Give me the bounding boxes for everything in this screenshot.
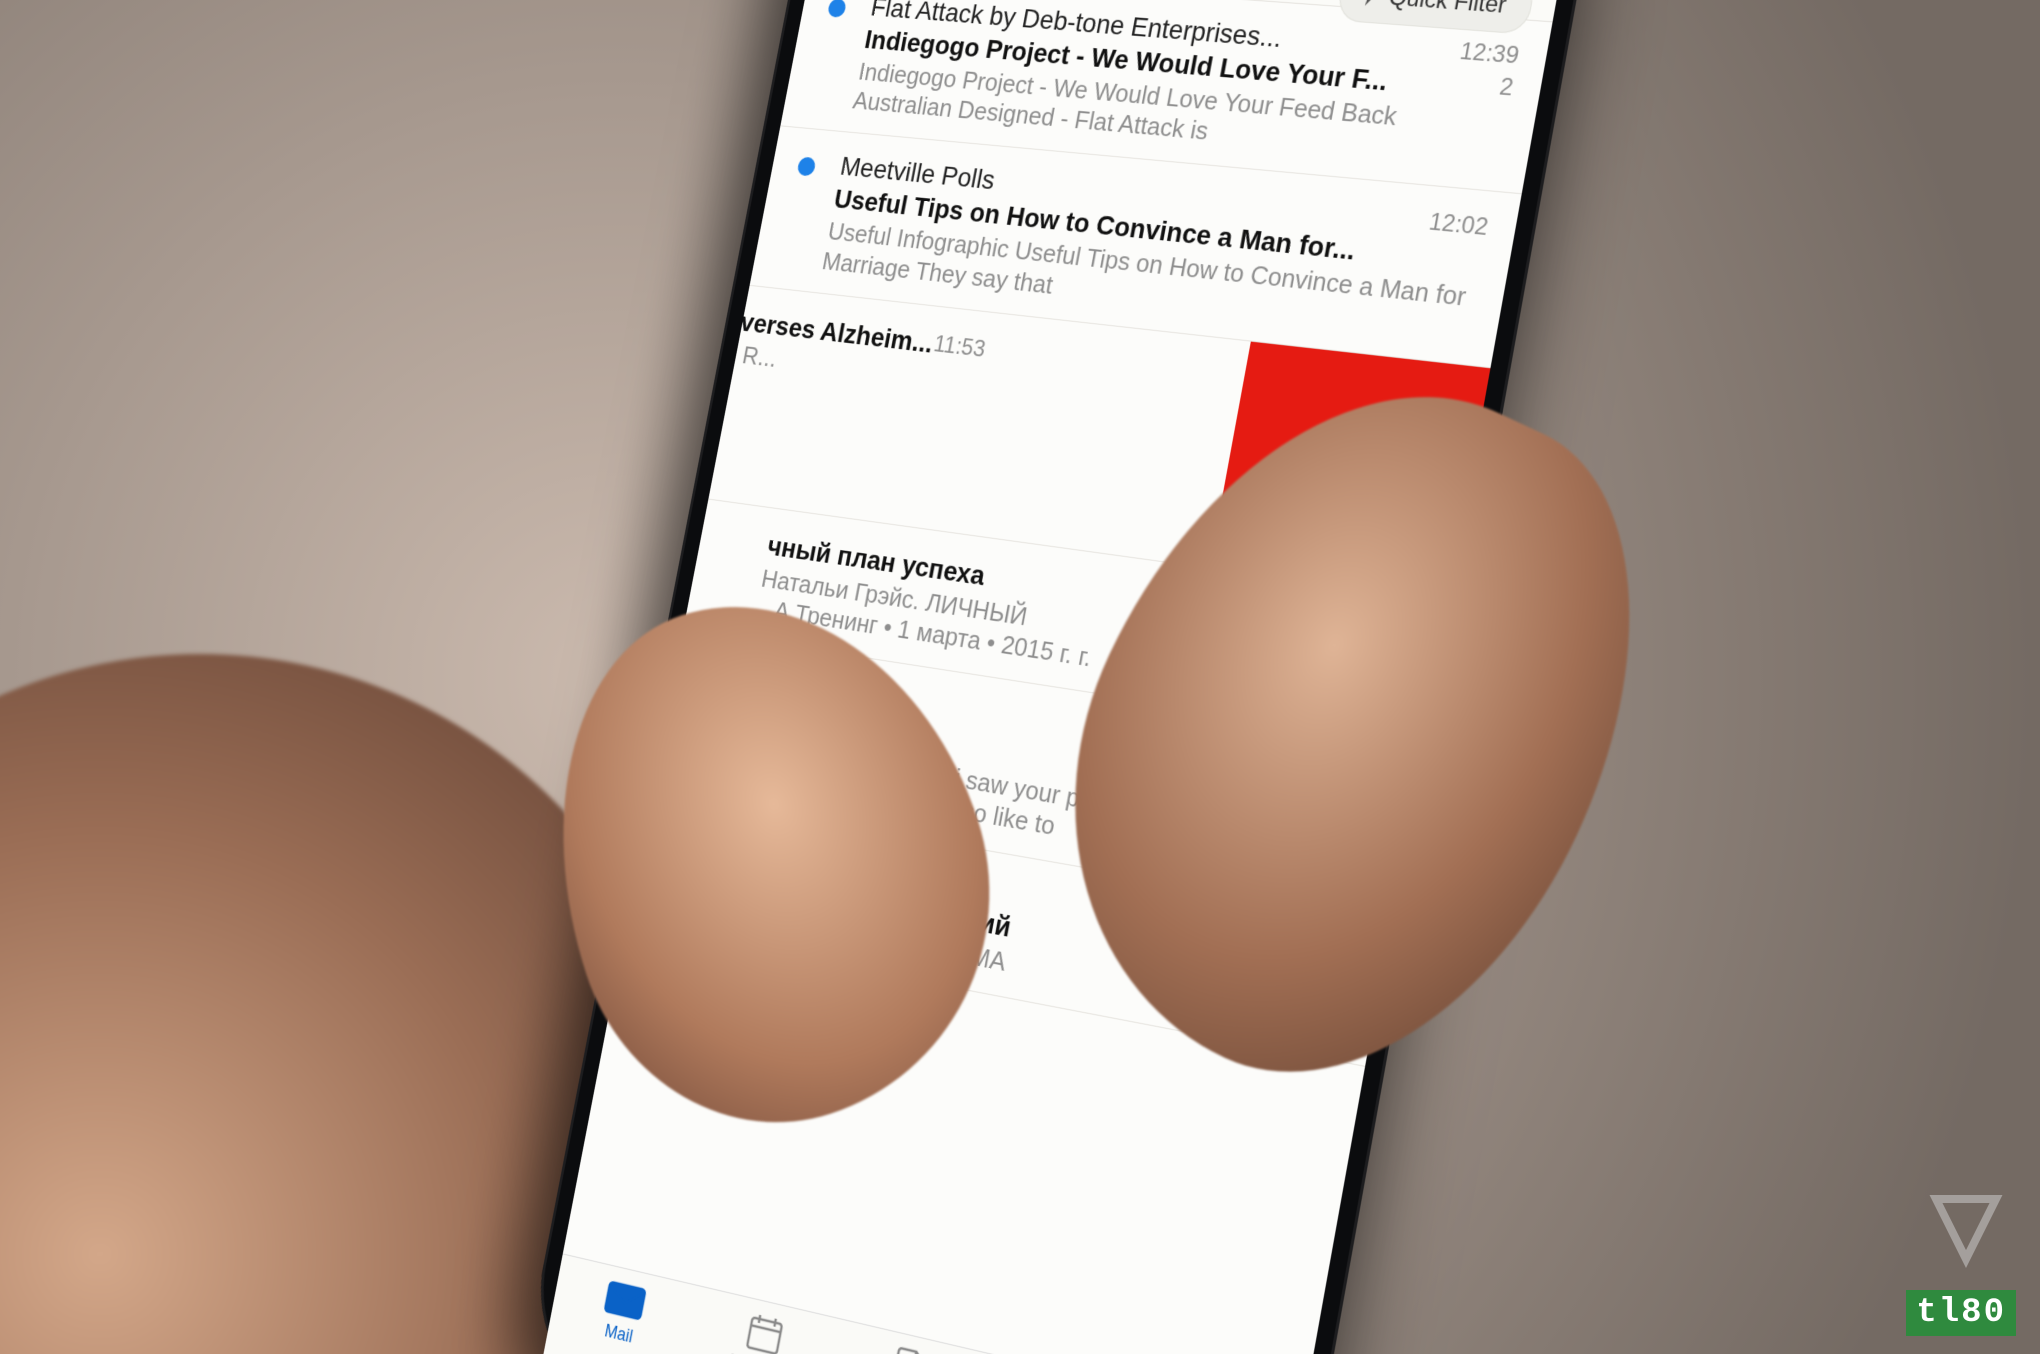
tab-mail[interactable]: Mail (567, 1268, 680, 1354)
quick-filter-label: Quick Filter (1387, 0, 1509, 19)
verge-logo-icon (1926, 1189, 2006, 1274)
message-time: 12:39 (1458, 38, 1521, 69)
unread-dot-icon (796, 157, 816, 177)
lightning-icon (1358, 0, 1383, 14)
unread-dot-icon (827, 0, 847, 18)
message-time: 12:02 (1427, 209, 1490, 242)
message-time: 11:53 (932, 331, 988, 363)
watermark-text: tl80 (1906, 1290, 2016, 1336)
message-thread-count: 2 (1452, 70, 1515, 103)
